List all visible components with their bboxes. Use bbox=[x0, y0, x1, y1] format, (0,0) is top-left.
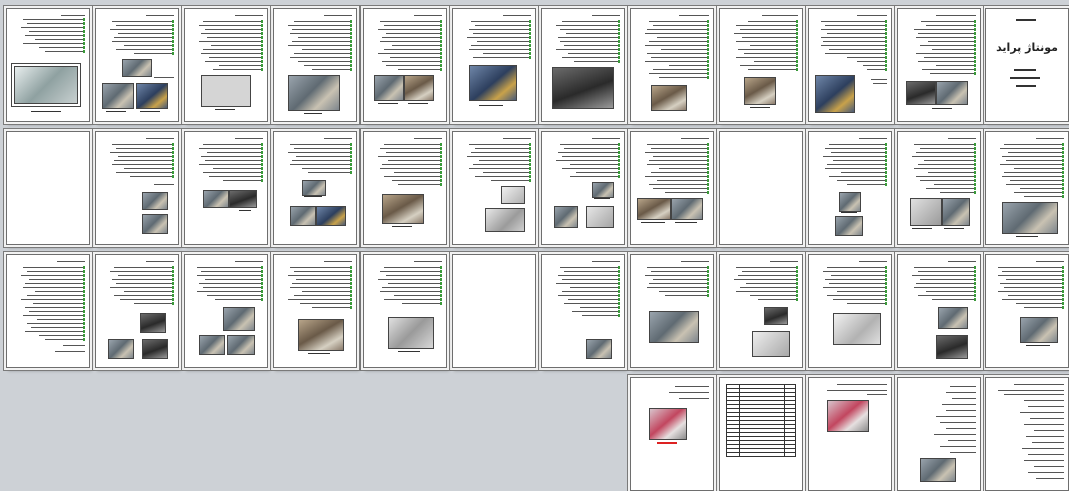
page-thumbnail[interactable] bbox=[985, 131, 1069, 245]
page-thumbnail[interactable] bbox=[808, 377, 892, 491]
page-thumbnail[interactable] bbox=[985, 254, 1069, 368]
page-thumbnail[interactable] bbox=[630, 377, 714, 491]
page-thumbnail[interactable] bbox=[808, 254, 892, 368]
page-thumbnail-blank[interactable] bbox=[719, 131, 803, 245]
page-thumbnail[interactable] bbox=[985, 377, 1069, 491]
page-thumbnail[interactable] bbox=[363, 8, 447, 122]
page-thumbnail[interactable] bbox=[541, 131, 625, 245]
page-thumbnail[interactable] bbox=[808, 8, 892, 122]
page-thumbnail[interactable] bbox=[808, 131, 892, 245]
page-thumbnail[interactable] bbox=[363, 131, 447, 245]
page-thumbnail[interactable] bbox=[541, 8, 625, 122]
page-thumbnail[interactable] bbox=[363, 254, 447, 368]
cover-title: مونتاژ پراید bbox=[996, 41, 1058, 54]
page-thumbnail-blank[interactable] bbox=[6, 131, 90, 245]
page-thumbnail-table[interactable] bbox=[719, 377, 803, 491]
page-thumbnail[interactable] bbox=[897, 131, 981, 245]
page-thumbnail[interactable] bbox=[897, 377, 981, 491]
page-thumbnail[interactable] bbox=[719, 8, 803, 122]
page-thumbnail[interactable] bbox=[184, 131, 268, 245]
page-thumbnail[interactable] bbox=[630, 254, 714, 368]
page-thumbnail[interactable] bbox=[541, 254, 625, 368]
page-thumbnail[interactable] bbox=[630, 131, 714, 245]
page-thumbnail[interactable] bbox=[6, 254, 90, 368]
page-thumbnail[interactable] bbox=[897, 8, 981, 122]
index-table bbox=[726, 384, 796, 457]
page-thumbnail[interactable] bbox=[273, 8, 357, 122]
page-thumbnail[interactable] bbox=[184, 8, 268, 122]
page-thumbnail[interactable] bbox=[630, 8, 714, 122]
page-thumbnail[interactable] bbox=[719, 254, 803, 368]
page-thumbnail[interactable] bbox=[95, 254, 179, 368]
page-thumbnail[interactable] bbox=[897, 254, 981, 368]
page-thumbnail[interactable] bbox=[273, 254, 357, 368]
page-thumbnail-blank[interactable] bbox=[452, 254, 536, 368]
page-thumbnail[interactable] bbox=[273, 131, 357, 245]
page-thumbnail-grid: مونتاژ پراید bbox=[0, 0, 1069, 491]
page-thumbnail[interactable] bbox=[452, 8, 536, 122]
page-thumbnail[interactable] bbox=[6, 8, 90, 122]
page-thumbnail[interactable] bbox=[184, 254, 268, 368]
page-thumbnail-cover[interactable]: مونتاژ پراید bbox=[985, 8, 1069, 122]
page-thumbnail[interactable] bbox=[95, 131, 179, 245]
page-thumbnail[interactable] bbox=[95, 8, 179, 122]
page-thumbnail[interactable] bbox=[452, 131, 536, 245]
